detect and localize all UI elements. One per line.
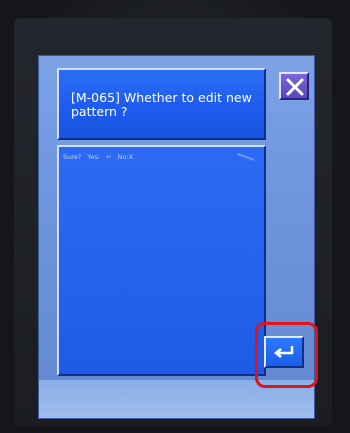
- prompt-no: No:X: [117, 153, 134, 161]
- message-title-box: [M-065] Whether to edit new pattern ?: [57, 68, 266, 140]
- prompt-sure: Sure?: [63, 153, 82, 161]
- message-title: [M-065] Whether to edit new pattern ?: [71, 90, 252, 119]
- close-button[interactable]: [279, 72, 309, 100]
- prompt-yes-enter-icon: ↵: [106, 153, 112, 161]
- message-body-panel: Sure? Yes: ↵ No:X: [57, 145, 266, 376]
- screen-glare: [237, 152, 255, 162]
- close-icon: [286, 78, 304, 96]
- confirm-prompt: Sure? Yes: ↵ No:X: [63, 153, 137, 161]
- prompt-yes: Yes:: [87, 153, 100, 161]
- enter-button-highlight: [255, 322, 318, 388]
